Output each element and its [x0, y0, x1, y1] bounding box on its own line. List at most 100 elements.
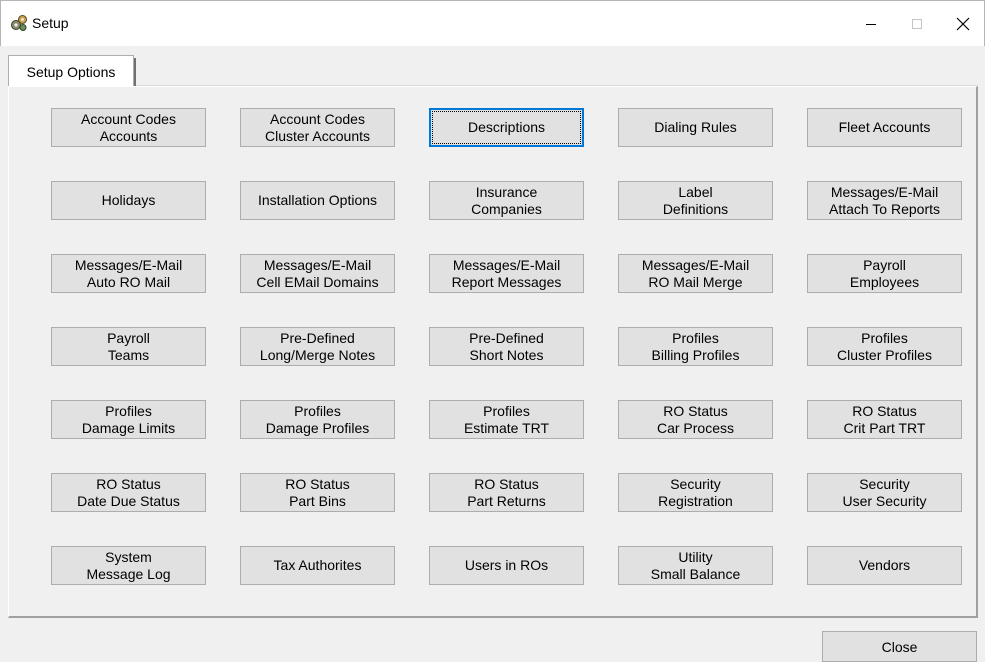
- button-label-line: Accounts: [99, 127, 158, 144]
- dialing-rules-button[interactable]: Dialing Rules: [618, 108, 773, 147]
- payroll-employees-button[interactable]: Payroll Employees: [807, 254, 962, 293]
- users-in-ros-button[interactable]: Users in ROs: [429, 546, 584, 585]
- button-label-line: Registration: [658, 492, 733, 509]
- profiles-damage-profiles-button[interactable]: Profiles Damage Profiles: [240, 400, 395, 439]
- title-bar: Setup: [0, 0, 985, 46]
- button-label-line: Date Due Status: [77, 492, 180, 509]
- insurance-companies-button[interactable]: Insurance Companies: [429, 181, 584, 220]
- button-label-line: Pre-Defined: [469, 329, 544, 346]
- button-label-line: Profiles: [861, 329, 908, 346]
- button-label-line: Cell EMail Domains: [256, 273, 379, 290]
- utility-small-balance-button[interactable]: Utility Small Balance: [618, 546, 773, 585]
- button-label-line: Vendors: [858, 557, 911, 573]
- button-label-line: Tax Authorites: [273, 557, 362, 573]
- holidays-button[interactable]: Holidays: [51, 181, 206, 220]
- ro-status-date-due-status-button[interactable]: RO Status Date Due Status: [51, 473, 206, 512]
- button-label-line: RO Status: [474, 475, 539, 492]
- installation-options-button[interactable]: Installation Options: [240, 181, 395, 220]
- pre-defined-long-merge-notes-button[interactable]: Pre-Defined Long/Merge Notes: [240, 327, 395, 366]
- payroll-teams-button[interactable]: Payroll Teams: [51, 327, 206, 366]
- button-label-line: Report Messages: [451, 273, 562, 290]
- button-label-line: Definitions: [662, 200, 729, 217]
- button-label-line: RO Status: [852, 402, 917, 419]
- button-label-line: Payroll: [863, 256, 906, 273]
- button-label-line: Pre-Defined: [280, 329, 355, 346]
- profiles-damage-limits-button[interactable]: Profiles Damage Limits: [51, 400, 206, 439]
- button-label-line: Attach To Reports: [828, 200, 941, 217]
- profiles-cluster-profiles-button[interactable]: Profiles Cluster Profiles: [807, 327, 962, 366]
- button-label-line: Short Notes: [469, 346, 544, 363]
- close-icon: [956, 17, 970, 31]
- profiles-estimate-trt-button[interactable]: Profiles Estimate TRT: [429, 400, 584, 439]
- minimize-icon: [866, 24, 876, 25]
- button-label-line: Message Log: [86, 565, 171, 582]
- setup-options-panel: Account Codes Accounts Account Codes Cluste…: [8, 86, 978, 618]
- tab-label: Setup Options: [26, 63, 116, 80]
- messages-e-mail-cell-email-domains-button[interactable]: Messages/E-Mail Cell EMail Domains: [240, 254, 395, 293]
- button-label-line: Label: [678, 183, 713, 200]
- minimize-button[interactable]: [848, 1, 894, 47]
- messages-e-mail-attach-to-reports-button[interactable]: Messages/E-Mail Attach To Reports: [807, 181, 962, 220]
- button-label-line: Security: [859, 475, 910, 492]
- button-label-line: Messages/E-Mail: [74, 256, 183, 273]
- button-label-line: Car Process: [656, 419, 735, 436]
- account-codes-accounts-button[interactable]: Account Codes Accounts: [51, 108, 206, 147]
- button-label-line: Auto RO Mail: [86, 273, 171, 290]
- ro-status-part-returns-button[interactable]: RO Status Part Returns: [429, 473, 584, 512]
- label-definitions-button[interactable]: Label Definitions: [618, 181, 773, 220]
- button-label-line: Employees: [849, 273, 920, 290]
- button-label-line: Long/Merge Notes: [259, 346, 376, 363]
- close-window-button[interactable]: [940, 1, 985, 47]
- close-button[interactable]: Close: [822, 631, 977, 662]
- tab-setup-options[interactable]: Setup Options: [8, 55, 136, 87]
- button-label-line: Damage Limits: [81, 419, 176, 436]
- ro-status-part-bins-button[interactable]: RO Status Part Bins: [240, 473, 395, 512]
- button-label-line: Damage Profiles: [265, 419, 370, 436]
- button-label-line: Messages/E-Mail: [641, 256, 750, 273]
- profiles-billing-profiles-button[interactable]: Profiles Billing Profiles: [618, 327, 773, 366]
- account-codes-cluster-accounts-button[interactable]: Account Codes Cluster Accounts: [240, 108, 395, 147]
- button-label-line: Profiles: [672, 329, 719, 346]
- button-label-line: Descriptions: [467, 119, 546, 135]
- messages-e-mail-auto-ro-mail-button[interactable]: Messages/E-Mail Auto RO Mail: [51, 254, 206, 293]
- tax-authorites-button[interactable]: Tax Authorites: [240, 546, 395, 585]
- messages-e-mail-report-messages-button[interactable]: Messages/E-Mail Report Messages: [429, 254, 584, 293]
- button-label-line: Account Codes: [270, 110, 365, 127]
- system-message-log-button[interactable]: System Message Log: [51, 546, 206, 585]
- button-label-line: Insurance: [475, 183, 538, 200]
- security-user-security-button[interactable]: Security User Security: [807, 473, 962, 512]
- button-label-line: Crit Part TRT: [843, 419, 926, 436]
- setup-app-icon: [10, 14, 28, 32]
- ro-status-crit-part-trt-button[interactable]: RO Status Crit Part TRT: [807, 400, 962, 439]
- button-label-line: RO Status: [663, 402, 728, 419]
- ro-status-car-process-button[interactable]: RO Status Car Process: [618, 400, 773, 439]
- button-label-line: Profiles: [294, 402, 341, 419]
- button-label-line: Part Returns: [467, 492, 546, 509]
- button-label-line: Messages/E-Mail: [830, 183, 939, 200]
- button-label-line: Users in ROs: [464, 557, 549, 573]
- button-label-line: System: [105, 548, 152, 565]
- button-label-line: Utility: [678, 548, 713, 565]
- descriptions-button[interactable]: Descriptions: [429, 108, 584, 147]
- button-label-line: Profiles: [105, 402, 152, 419]
- button-label-line: Part Bins: [289, 492, 346, 509]
- button-label-line: Holidays: [101, 192, 156, 208]
- maximize-button[interactable]: [894, 1, 940, 47]
- button-label-line: RO Status: [285, 475, 350, 492]
- button-label-line: Billing Profiles: [651, 346, 740, 363]
- vendors-button[interactable]: Vendors: [807, 546, 962, 585]
- button-label-line: Messages/E-Mail: [263, 256, 372, 273]
- button-label-line: Cluster Accounts: [264, 127, 371, 144]
- pre-defined-short-notes-button[interactable]: Pre-Defined Short Notes: [429, 327, 584, 366]
- security-registration-button[interactable]: Security Registration: [618, 473, 773, 512]
- fleet-accounts-button[interactable]: Fleet Accounts: [807, 108, 962, 147]
- button-label-line: Small Balance: [650, 565, 741, 582]
- button-label-line: RO Status: [96, 475, 161, 492]
- setup-options-grid: Account Codes Accounts Account Codes Cluste…: [51, 108, 962, 585]
- button-label-line: RO Mail Merge: [648, 273, 743, 290]
- messages-e-mail-ro-mail-merge-button[interactable]: Messages/E-Mail RO Mail Merge: [618, 254, 773, 293]
- button-label-line: User Security: [842, 492, 927, 509]
- button-label-line: Messages/E-Mail: [452, 256, 561, 273]
- button-label-line: Dialing Rules: [654, 119, 737, 135]
- button-label-line: Teams: [107, 346, 150, 363]
